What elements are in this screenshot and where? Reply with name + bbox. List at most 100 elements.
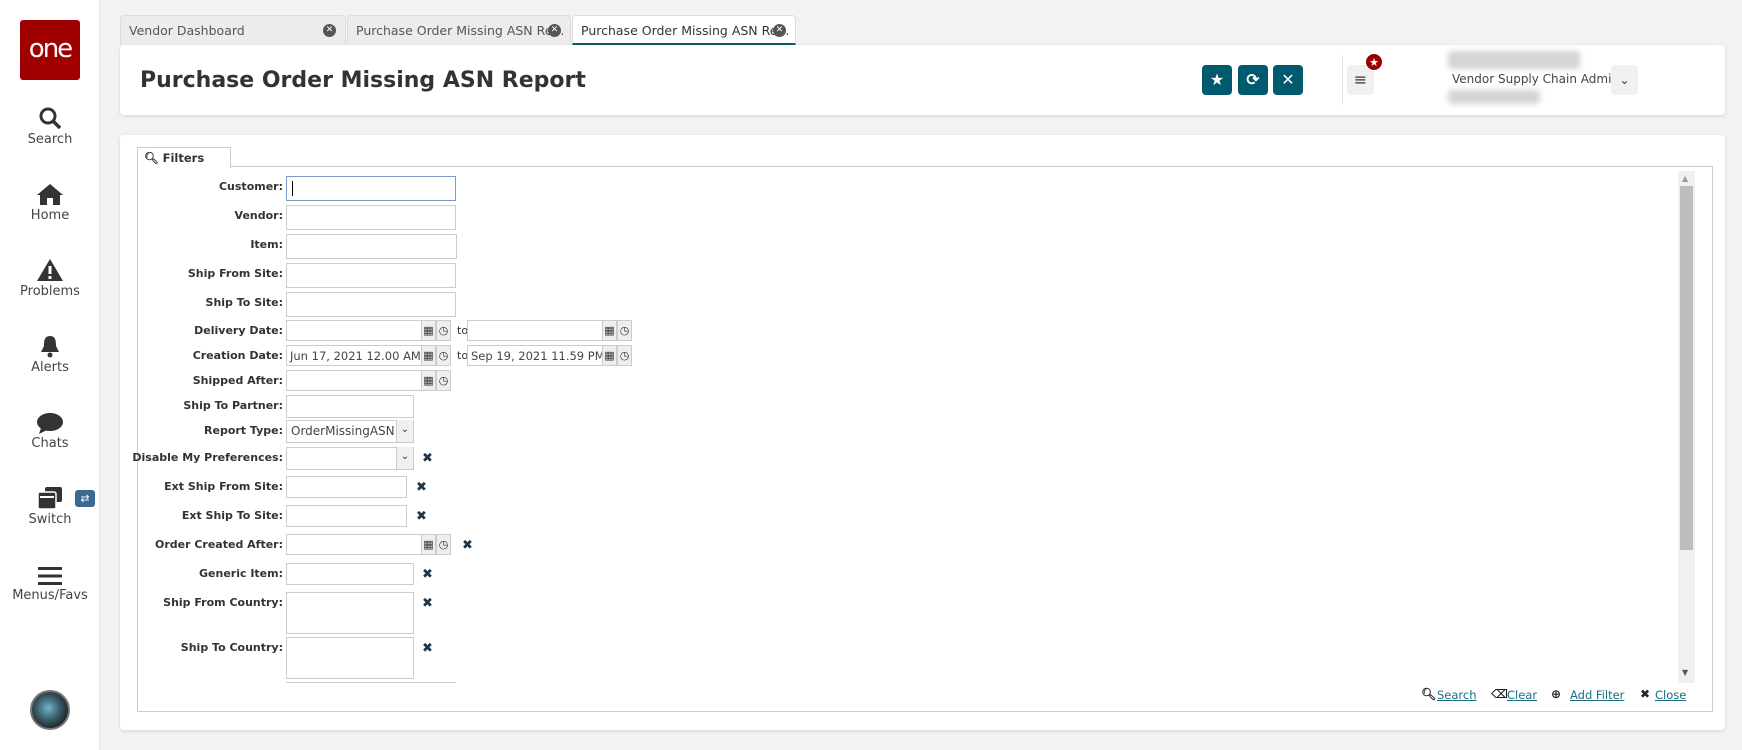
sidebar-label: Switch bbox=[28, 512, 72, 527]
generic-item-input[interactable] bbox=[286, 563, 414, 585]
scroll-down-icon[interactable]: ▼ bbox=[1682, 668, 1688, 677]
close-tab-icon[interactable]: ✕ bbox=[773, 24, 786, 37]
user-menu-button[interactable]: ⌄ bbox=[1611, 65, 1638, 95]
search-link[interactable]: Search bbox=[1437, 688, 1477, 702]
plus-circle-icon: ⊕ bbox=[1551, 687, 1562, 701]
tab-po-missing-asn-2[interactable]: Purchase Order Missing ASN Re... ✕ bbox=[572, 15, 796, 45]
sidebar-item-problems[interactable]: Problems bbox=[0, 256, 100, 299]
chevron-down-icon[interactable]: ⌄ bbox=[396, 447, 413, 469]
vendor-input[interactable] bbox=[286, 205, 456, 230]
divider bbox=[286, 682, 456, 683]
calendar-icon[interactable]: ▦ bbox=[602, 345, 617, 366]
creation-date-label: Creation Date: bbox=[192, 349, 283, 362]
sidebar-item-menus-favs[interactable]: Menus/Favs bbox=[0, 560, 100, 603]
calendar-icon[interactable]: ▦ bbox=[421, 345, 436, 366]
ship-from-site-input[interactable] bbox=[286, 263, 456, 288]
favorite-button[interactable]: ★ bbox=[1202, 65, 1232, 95]
ship-from-country-input[interactable] bbox=[286, 592, 414, 634]
ext-ship-from-site-input[interactable] bbox=[286, 476, 407, 498]
remove-filter-icon[interactable]: ✖ bbox=[416, 509, 427, 524]
remove-filter-icon[interactable]: ✖ bbox=[422, 451, 433, 466]
scroll-up-icon[interactable]: ▲ bbox=[1682, 174, 1688, 183]
shipped-after-label: Shipped After: bbox=[192, 374, 283, 387]
menu-icon: ≡ bbox=[1353, 70, 1368, 89]
calendar-icon[interactable]: ▦ bbox=[421, 370, 436, 391]
filters-tab[interactable]: 🔍︎ Filters bbox=[137, 147, 231, 168]
delivery-date-from-input[interactable] bbox=[286, 320, 422, 341]
report-type-select[interactable]: OrderMissingASN bbox=[286, 420, 414, 443]
delivery-date-label: Delivery Date: bbox=[194, 324, 283, 337]
sidebar-item-chats[interactable]: Chats bbox=[0, 408, 100, 451]
scrollbar-thumb[interactable] bbox=[1680, 186, 1693, 550]
sidebar-label: Home bbox=[30, 208, 70, 223]
tab-label: Vendor Dashboard bbox=[129, 23, 245, 38]
bell-icon bbox=[0, 332, 100, 358]
star-icon: ★ bbox=[1209, 70, 1225, 89]
report-type-value: OrderMissingASN bbox=[291, 424, 395, 438]
tab-vendor-dashboard[interactable]: Vendor Dashboard ✕ bbox=[120, 15, 346, 45]
sidebar-item-alerts[interactable]: Alerts bbox=[0, 332, 100, 375]
chevron-down-icon[interactable]: ⌄ bbox=[396, 420, 413, 442]
remove-filter-icon[interactable]: ✖ bbox=[462, 538, 473, 553]
tab-label: Purchase Order Missing ASN Re... bbox=[356, 23, 565, 38]
calendar-icon[interactable]: ▦ bbox=[421, 320, 436, 341]
ship-to-country-input[interactable] bbox=[286, 637, 414, 679]
item-input[interactable] bbox=[286, 234, 457, 259]
tab-po-missing-asn-1[interactable]: Purchase Order Missing ASN Re... ✕ bbox=[347, 15, 571, 45]
clock-icon[interactable]: ◷ bbox=[617, 345, 632, 366]
ship-to-site-label: Ship To Site: bbox=[205, 296, 283, 309]
sidebar-label: Chats bbox=[31, 436, 69, 451]
order-created-after-label: Order Created After: bbox=[154, 538, 283, 551]
remove-filter-icon[interactable]: ✖ bbox=[422, 641, 433, 656]
ship-to-site-input[interactable] bbox=[286, 292, 456, 317]
remove-filter-icon[interactable]: ✖ bbox=[422, 596, 433, 611]
refresh-icon: ⟳ bbox=[1246, 70, 1260, 89]
remove-filter-icon[interactable]: ✖ bbox=[422, 567, 433, 582]
disable-my-preferences-select[interactable] bbox=[286, 447, 414, 470]
avatar[interactable] bbox=[30, 690, 70, 730]
clock-icon[interactable]: ◷ bbox=[436, 534, 451, 555]
logo[interactable]: one bbox=[20, 20, 80, 80]
creation-date-to-input[interactable]: Sep 19, 2021 11.59 PM EDT bbox=[467, 345, 603, 366]
search-icon: 🔍︎ bbox=[1421, 687, 1437, 701]
scrollbar[interactable]: ▲ ▼ bbox=[1678, 171, 1695, 683]
favorites-badge-icon: ★ bbox=[1365, 53, 1383, 71]
sidebar: one Search Home Problems Alerts Chats Sw… bbox=[0, 0, 100, 750]
calendar-icon[interactable]: ▦ bbox=[602, 320, 617, 341]
user-name-redacted bbox=[1448, 51, 1580, 69]
order-created-after-input[interactable] bbox=[286, 534, 422, 555]
close-tab-icon[interactable]: ✕ bbox=[323, 24, 336, 37]
ship-to-country-label: Ship To Country: bbox=[180, 641, 283, 654]
ext-ship-to-site-input[interactable] bbox=[286, 505, 407, 527]
close-tab-icon[interactable]: ✕ bbox=[548, 24, 561, 37]
calendar-icon[interactable]: ▦ bbox=[421, 534, 436, 555]
ship-to-partner-label: Ship To Partner: bbox=[183, 399, 283, 412]
customer-input[interactable] bbox=[286, 176, 456, 201]
home-icon bbox=[0, 180, 100, 206]
user-role: Vendor Supply Chain Admin bbox=[1452, 72, 1620, 86]
clock-icon[interactable]: ◷ bbox=[617, 320, 632, 341]
chevron-down-icon: ⌄ bbox=[1619, 73, 1630, 87]
clear-link[interactable]: Clear bbox=[1507, 688, 1537, 702]
user-org-redacted bbox=[1448, 90, 1540, 104]
creation-date-from-input[interactable]: Jun 17, 2021 12.00 AM EDT bbox=[286, 345, 422, 366]
close-link[interactable]: Close bbox=[1655, 688, 1686, 702]
close-button[interactable]: ✕ bbox=[1273, 65, 1303, 95]
clock-icon[interactable]: ◷ bbox=[436, 370, 451, 391]
shipped-after-input[interactable] bbox=[286, 370, 422, 391]
ext-ship-to-site-label: Ext Ship To Site: bbox=[181, 509, 283, 522]
refresh-button[interactable]: ⟳ bbox=[1238, 65, 1268, 95]
clock-icon[interactable]: ◷ bbox=[436, 320, 451, 341]
sidebar-label: Menus/Favs bbox=[12, 588, 88, 603]
clock-icon[interactable]: ◷ bbox=[436, 345, 451, 366]
sidebar-item-search[interactable]: Search bbox=[0, 104, 100, 147]
remove-filter-icon[interactable]: ✖ bbox=[416, 480, 427, 495]
add-filter-link[interactable]: Add Filter bbox=[1570, 688, 1624, 702]
delivery-date-to-input[interactable] bbox=[467, 320, 603, 341]
sidebar-item-home[interactable]: Home bbox=[0, 180, 100, 223]
ship-to-partner-input[interactable] bbox=[286, 395, 414, 418]
tab-label: Purchase Order Missing ASN Re... bbox=[581, 23, 790, 38]
broom-icon: ⌫ bbox=[1491, 687, 1508, 701]
close-icon: ✕ bbox=[1281, 70, 1295, 89]
search-icon bbox=[0, 104, 100, 130]
